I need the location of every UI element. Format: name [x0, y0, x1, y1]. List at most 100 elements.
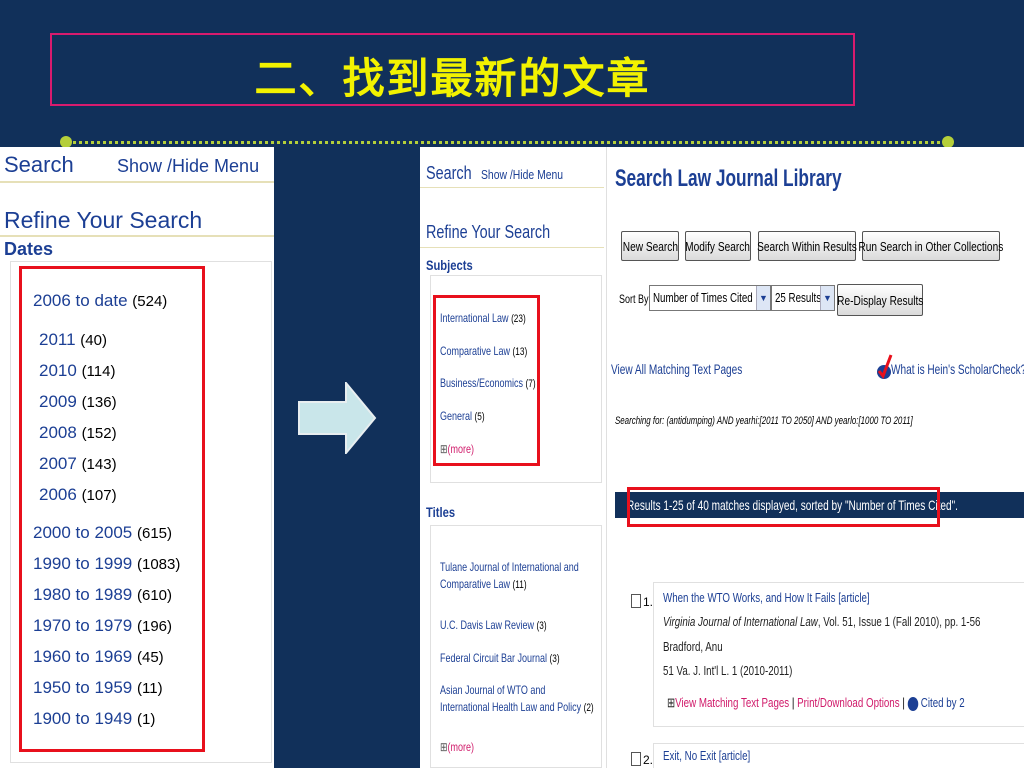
- date-label: 2010: [39, 361, 77, 380]
- show-hide-menu-link[interactable]: Show /Hide Menu: [481, 167, 563, 182]
- result-number: 1.: [643, 595, 654, 609]
- result-checkbox[interactable]: [631, 752, 641, 766]
- subjects-label: Subjects: [426, 257, 473, 273]
- chevron-down-icon: ▼: [820, 286, 834, 310]
- date-label: 1950 to 1959: [33, 678, 133, 697]
- run-search-other-collections-button[interactable]: Run Search in Other Collections: [859, 231, 1003, 261]
- date-count: (615): [137, 525, 173, 542]
- subject-link[interactable]: General (5): [440, 409, 485, 423]
- redisplay-results-button[interactable]: Re-Display Results: [837, 284, 923, 316]
- date-count: (11): [137, 680, 163, 697]
- date-label: 2007: [39, 454, 77, 473]
- more-label: (more): [447, 740, 475, 754]
- date-label: 2006 to date: [33, 291, 128, 310]
- refine-sidebar: Search Show /Hide Menu Refine Your Searc…: [420, 147, 606, 768]
- subject-label: Comparative Law: [440, 344, 511, 358]
- date-year-link[interactable]: 2006 (107): [39, 485, 117, 505]
- print-download-link[interactable]: Print/Download Options: [797, 695, 899, 710]
- date-year-link[interactable]: 2009 (136): [39, 392, 117, 412]
- subject-count: (7): [525, 378, 536, 390]
- date-count: (610): [137, 587, 173, 604]
- divider: [420, 187, 604, 188]
- result-title-link[interactable]: When the WTO Works, and How It Fails [ar…: [663, 590, 870, 605]
- date-range-link[interactable]: 1950 to 1959 (11): [33, 678, 163, 698]
- dotted-divider: [66, 141, 946, 144]
- view-all-matching-link[interactable]: View All Matching Text Pages: [611, 361, 742, 377]
- subjects-more-link[interactable]: ⊞(more): [440, 442, 474, 456]
- refine-search-heading: Refine Your Search: [4, 207, 203, 233]
- result-actions: ⊞View Matching Text Pages | Print/Downlo…: [667, 695, 965, 711]
- date-year-link[interactable]: 2008 (152): [39, 423, 117, 443]
- expand-plus-icon: ⊞: [440, 740, 448, 754]
- title-count: (3): [549, 653, 560, 665]
- date-count: (196): [137, 618, 173, 635]
- date-range-link[interactable]: 1960 to 1969 (45): [33, 647, 164, 667]
- date-year-link[interactable]: 2007 (143): [39, 454, 117, 474]
- more-label: (more): [447, 442, 475, 456]
- subject-link[interactable]: Comparative Law (13): [440, 344, 527, 358]
- title-link[interactable]: Asian Journal of WTO and International H…: [440, 682, 594, 717]
- date-count: (1083): [137, 556, 181, 573]
- date-label: 1970 to 1979: [33, 616, 133, 635]
- date-range-link[interactable]: 2000 to 2005 (615): [33, 523, 172, 543]
- page-title: Search Law Journal Library: [615, 165, 842, 192]
- date-label: 2011: [39, 330, 76, 349]
- divider: [420, 247, 604, 248]
- result-checkbox[interactable]: [631, 594, 641, 608]
- subject-count: (13): [512, 346, 528, 358]
- subject-count: (23): [511, 313, 526, 325]
- separator: |: [791, 695, 795, 710]
- subject-link[interactable]: Business/Economics (7): [440, 376, 536, 390]
- cited-by-link[interactable]: Cited by 2: [921, 695, 965, 710]
- slide-title: 二、找到最新的文章: [254, 54, 651, 103]
- date-range-link[interactable]: 1980 to 1989 (610): [33, 585, 172, 605]
- scholarcheck-link[interactable]: What is Hein's ScholarCheck?: [891, 361, 1024, 377]
- date-count: (40): [80, 332, 107, 349]
- journal-details: , Vol. 51, Issue 1 (Fall 2010), pp. 1-56: [817, 614, 981, 629]
- date-range-link[interactable]: 1970 to 1979 (196): [33, 616, 172, 636]
- chevron-down-icon: ▼: [756, 286, 770, 310]
- title-link[interactable]: U.C. Davis Law Review (3): [440, 617, 594, 635]
- new-search-button[interactable]: New Search: [621, 231, 679, 261]
- result-source: Virginia Journal of International Law, V…: [663, 614, 980, 629]
- result-title-link[interactable]: Exit, No Exit [article]: [663, 748, 750, 763]
- highlight-box: [627, 487, 940, 527]
- date-label: 1980 to 1989: [33, 585, 133, 604]
- date-year-link[interactable]: 2011 (40): [39, 330, 107, 350]
- result-citation: 51 Va. J. Int'l L. 1 (2010-2011): [663, 663, 793, 678]
- date-count: (136): [81, 394, 117, 411]
- result-number: 2.: [643, 753, 654, 767]
- button-label: Re-Display Results: [836, 292, 924, 308]
- title-link[interactable]: Federal Circuit Bar Journal (3): [440, 650, 594, 668]
- subject-label: Business/Economics: [440, 376, 524, 390]
- date-count: (45): [137, 649, 164, 666]
- date-label: 1960 to 1969: [33, 647, 133, 666]
- title-label: Asian Journal of WTO and International H…: [440, 683, 582, 714]
- subject-link[interactable]: International Law (23): [440, 311, 526, 325]
- dates-label: Dates: [4, 239, 54, 259]
- date-count: (143): [81, 456, 117, 473]
- view-matching-text-link[interactable]: View Matching Text Pages: [675, 695, 789, 710]
- titles-more-link[interactable]: ⊞(more): [440, 740, 474, 754]
- date-range-link[interactable]: 2006 to date (524): [33, 291, 167, 311]
- show-hide-menu-link[interactable]: Show /Hide Menu: [117, 156, 259, 177]
- date-year-link[interactable]: 2010 (114): [39, 361, 115, 381]
- search-query-text: Searching for: (antidumping) AND yearhi:…: [615, 415, 913, 427]
- date-range-link[interactable]: 1990 to 1999 (1083): [33, 554, 180, 574]
- results-per-page-select[interactable]: 25 Results ▼: [771, 285, 835, 311]
- sort-by-select[interactable]: Number of Times Cited ▼: [649, 285, 771, 311]
- date-range-link[interactable]: 1900 to 1949 (1): [33, 709, 155, 729]
- result-author: Bradford, Anu: [663, 639, 723, 654]
- journal-name: Virginia Journal of International Law: [663, 614, 818, 629]
- search-within-results-button[interactable]: Search Within Results: [757, 231, 857, 261]
- sort-by-label: Sort By:: [619, 292, 652, 306]
- date-label: 2006: [39, 485, 77, 504]
- button-label: Modify Search: [685, 238, 751, 254]
- date-count: (152): [81, 425, 117, 442]
- select-value: 25 Results: [775, 290, 822, 305]
- title-link[interactable]: Tulane Journal of International and Comp…: [440, 559, 594, 594]
- expand-plus-icon: ⊞: [667, 695, 676, 710]
- modify-search-button[interactable]: Modify Search: [685, 231, 751, 261]
- right-screenshot-panel: Search Show /Hide Menu Refine Your Searc…: [420, 147, 1024, 768]
- divider: [0, 181, 274, 183]
